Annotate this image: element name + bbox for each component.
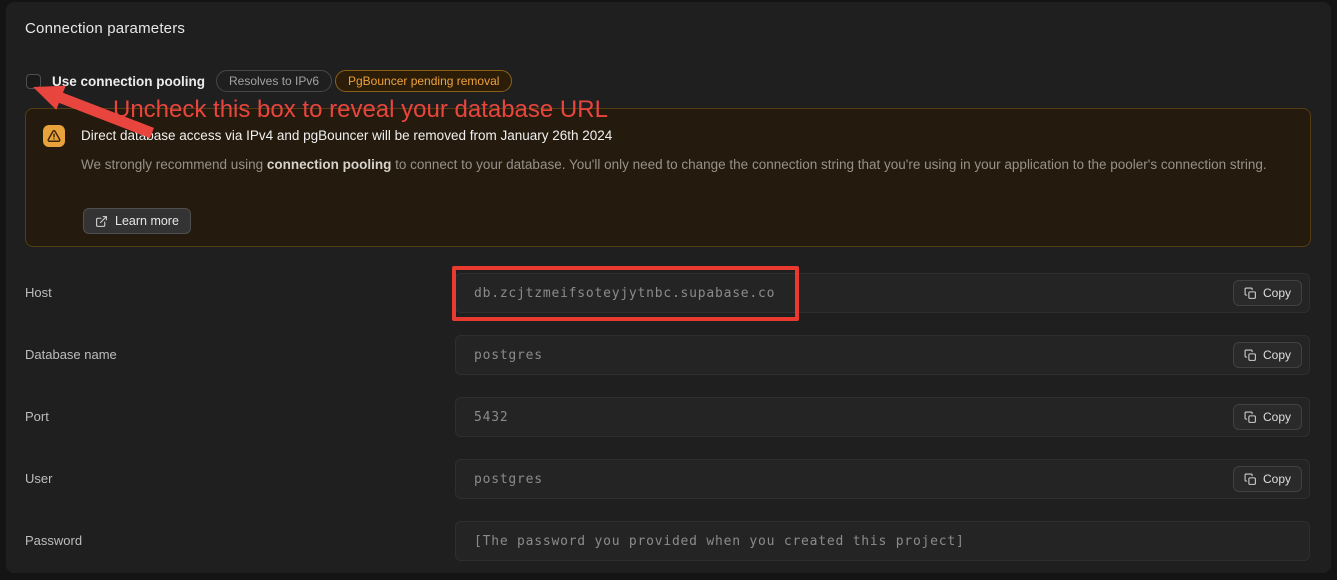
- port-row: Port Copy: [0, 397, 1337, 437]
- database-name-label: Database name: [25, 335, 117, 375]
- password-row: Password: [0, 521, 1337, 561]
- port-input[interactable]: [455, 397, 1310, 437]
- resolves-to-ipv6-badge: Resolves to IPv6: [216, 70, 332, 92]
- copy-icon: [1244, 287, 1257, 300]
- port-copy-button[interactable]: Copy: [1233, 404, 1302, 430]
- user-row: User Copy: [0, 459, 1337, 499]
- use-connection-pooling-label: Use connection pooling: [52, 74, 205, 89]
- warning-triangle-icon: [43, 125, 65, 147]
- deprecation-warning-banner: Direct database access via IPv4 and pgBo…: [25, 108, 1311, 247]
- port-label: Port: [25, 397, 49, 437]
- database-name-copy-button[interactable]: Copy: [1233, 342, 1302, 368]
- learn-more-label: Learn more: [115, 214, 179, 228]
- copy-icon: [1244, 473, 1257, 486]
- host-copy-button[interactable]: Copy: [1233, 280, 1302, 306]
- pgbouncer-pending-removal-badge: PgBouncer pending removal: [335, 70, 512, 92]
- copy-label: Copy: [1263, 472, 1291, 486]
- user-label: User: [25, 459, 52, 499]
- warning-body-post: to connect to your database. You'll only…: [391, 157, 1266, 172]
- use-connection-pooling-checkbox[interactable]: [26, 74, 41, 89]
- host-input[interactable]: [455, 273, 1310, 313]
- host-row: Host Copy: [0, 273, 1337, 313]
- page-title: Connection parameters: [25, 20, 185, 37]
- copy-icon: [1244, 349, 1257, 362]
- external-link-icon: [95, 215, 108, 228]
- host-label: Host: [25, 273, 52, 313]
- copy-label: Copy: [1263, 410, 1291, 424]
- user-input[interactable]: [455, 459, 1310, 499]
- copy-label: Copy: [1263, 286, 1291, 300]
- warning-title: Direct database access via IPv4 and pgBo…: [81, 128, 612, 143]
- learn-more-button[interactable]: Learn more: [83, 208, 191, 234]
- user-copy-button[interactable]: Copy: [1233, 466, 1302, 492]
- database-name-input[interactable]: [455, 335, 1310, 375]
- database-name-row: Database name Copy: [0, 335, 1337, 375]
- password-input[interactable]: [455, 521, 1310, 561]
- password-label: Password: [25, 521, 82, 561]
- connection-parameters-page: Connection parameters Use connection poo…: [0, 0, 1337, 580]
- copy-label: Copy: [1263, 348, 1291, 362]
- annotation-callout-text: Uncheck this box to reveal your database…: [113, 96, 608, 124]
- warning-body-bold: connection pooling: [267, 157, 392, 172]
- copy-icon: [1244, 411, 1257, 424]
- warning-body-pre: We strongly recommend using: [81, 157, 267, 172]
- warning-body: We strongly recommend using connection p…: [81, 153, 1291, 176]
